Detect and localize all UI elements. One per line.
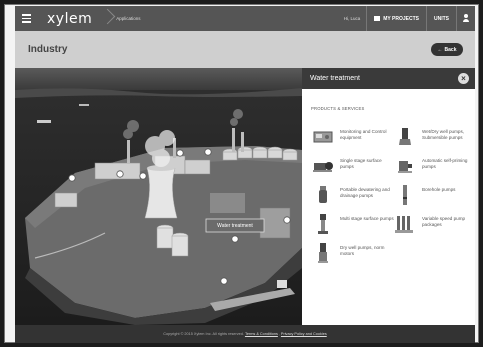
submersible-pump-icon: [394, 128, 416, 146]
footer: Copyright © 2015 Xylem Inc. All rights r…: [15, 325, 475, 343]
applications-link[interactable]: Applications: [116, 16, 140, 21]
breadcrumb-chevron-icon: [100, 6, 114, 31]
terms-link[interactable]: Terms & Conditions: [245, 332, 278, 336]
page-title: Industry: [28, 44, 68, 55]
product-item[interactable]: Dry well pumps, norm motors: [312, 243, 394, 273]
control-panel-icon: [312, 128, 334, 146]
pump-package-icon: [394, 215, 416, 233]
sub-header: Industry ← Back: [15, 31, 475, 68]
units-button[interactable]: UNITS: [427, 6, 457, 31]
close-icon[interactable]: ×: [458, 73, 469, 84]
self-priming-pump-icon: [394, 157, 416, 175]
dry-well-pump-icon: [312, 243, 334, 263]
product-item[interactable]: Variable speed pump packages: [394, 215, 472, 244]
product-item[interactable]: Monitoring and Control equipment: [312, 128, 394, 157]
product-item[interactable]: Borehole pumps: [394, 185, 472, 215]
surface-pump-icon: [312, 157, 334, 175]
arrow-left-icon: ←: [437, 46, 443, 53]
user-icon[interactable]: [457, 6, 475, 31]
top-nav: xylem Applications Hi, Luca MY PROJECTS …: [15, 6, 475, 31]
my-projects-button[interactable]: MY PROJECTS: [367, 6, 427, 31]
product-item[interactable]: Multi stage surface pumps: [312, 214, 394, 244]
footer-separator: ,: [278, 332, 280, 336]
multistage-pump-icon: [312, 214, 334, 234]
panel-title: Water treatment: [310, 75, 360, 82]
back-button[interactable]: ← Back: [431, 43, 463, 56]
panel-header: Water treatment: [302, 68, 475, 89]
industry-scene[interactable]: Water treatment: [15, 68, 302, 325]
water-treatment-panel: Water treatment × PRODUCTS & SERVICES Mo…: [302, 68, 475, 325]
product-item[interactable]: Wet/Dry well pumps, Submersible pumps: [394, 128, 472, 157]
folder-icon: [374, 16, 381, 21]
xylem-logo[interactable]: xylem: [47, 11, 92, 27]
privacy-link[interactable]: Privacy Policy and Cookies: [281, 332, 327, 336]
section-title: PRODUCTS & SERVICES: [311, 106, 365, 111]
back-label: Back: [444, 46, 457, 53]
user-greeting[interactable]: Hi, Luca: [338, 6, 368, 31]
copyright-text: Copyright © 2015 Xylem Inc. All rights r…: [163, 332, 244, 336]
hamburger-menu-icon[interactable]: [15, 6, 37, 31]
nav-right: Hi, Luca MY PROJECTS UNITS: [338, 6, 475, 31]
my-projects-label: MY PROJECTS: [383, 15, 419, 22]
product-item[interactable]: Single stage surface pumps: [312, 157, 394, 186]
dewatering-pump-icon: [312, 186, 334, 204]
product-item[interactable]: Automatic self-priming pumps: [394, 157, 472, 186]
industry-illustration: [15, 68, 302, 325]
borehole-pump-icon: [394, 185, 416, 205]
products-grid: Monitoring and Control equipment Wet/Dry…: [312, 128, 472, 273]
water-treatment-hotspot-label[interactable]: Water treatment: [206, 219, 264, 232]
product-item[interactable]: Portable dewatering and drainage pumps: [312, 186, 394, 215]
